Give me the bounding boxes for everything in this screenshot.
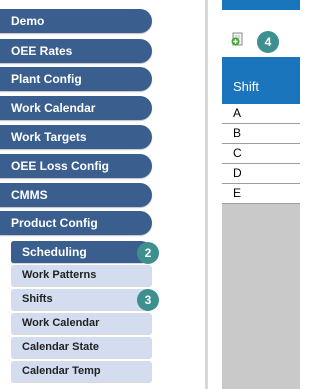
callout-badge-shifts: 3 bbox=[137, 289, 159, 311]
menu-item-product-config[interactable]: Product Config bbox=[0, 211, 152, 235]
table-row[interactable]: A bbox=[222, 104, 300, 124]
panel-top-bar bbox=[222, 0, 300, 10]
navigation-sidebar: Demo OEE Rates Plant Config Work Calenda… bbox=[0, 0, 205, 389]
grid-empty-area bbox=[222, 195, 300, 389]
menu-item-work-calendar[interactable]: Work Calendar bbox=[0, 96, 152, 120]
submenu-item-calendar-temp[interactable]: Calendar Temp bbox=[11, 361, 152, 382]
table-row[interactable]: C bbox=[222, 144, 300, 164]
submenu-item-work-patterns[interactable]: Work Patterns bbox=[11, 265, 152, 286]
menu-item-cmms[interactable]: CMMS bbox=[0, 183, 152, 207]
table-row[interactable]: D bbox=[222, 164, 300, 184]
menu-item-oee-loss-config[interactable]: OEE Loss Config bbox=[0, 154, 152, 178]
submenu-item-scheduling[interactable]: Scheduling bbox=[11, 241, 152, 263]
submenu-item-shifts[interactable]: Shifts bbox=[11, 289, 152, 310]
grid-column-header-shift[interactable]: Shift bbox=[222, 57, 300, 104]
table-row[interactable]: E bbox=[222, 184, 300, 204]
menu-item-oee-rates[interactable]: OEE Rates bbox=[0, 39, 152, 63]
submenu-item-calendar-state[interactable]: Calendar State bbox=[11, 337, 152, 358]
panel-divider bbox=[205, 0, 208, 389]
callout-badge-add: 4 bbox=[257, 31, 279, 53]
menu-item-plant-config[interactable]: Plant Config bbox=[0, 67, 152, 91]
callout-badge-scheduling: 2 bbox=[137, 242, 159, 264]
shift-grid-panel: 4 Shift A B C D E bbox=[222, 0, 300, 389]
add-document-icon[interactable] bbox=[231, 32, 245, 46]
submenu-item-work-calendar[interactable]: Work Calendar bbox=[11, 313, 152, 334]
table-row[interactable]: B bbox=[222, 124, 300, 144]
menu-item-demo[interactable]: Demo bbox=[0, 9, 152, 33]
menu-item-work-targets[interactable]: Work Targets bbox=[0, 125, 152, 149]
